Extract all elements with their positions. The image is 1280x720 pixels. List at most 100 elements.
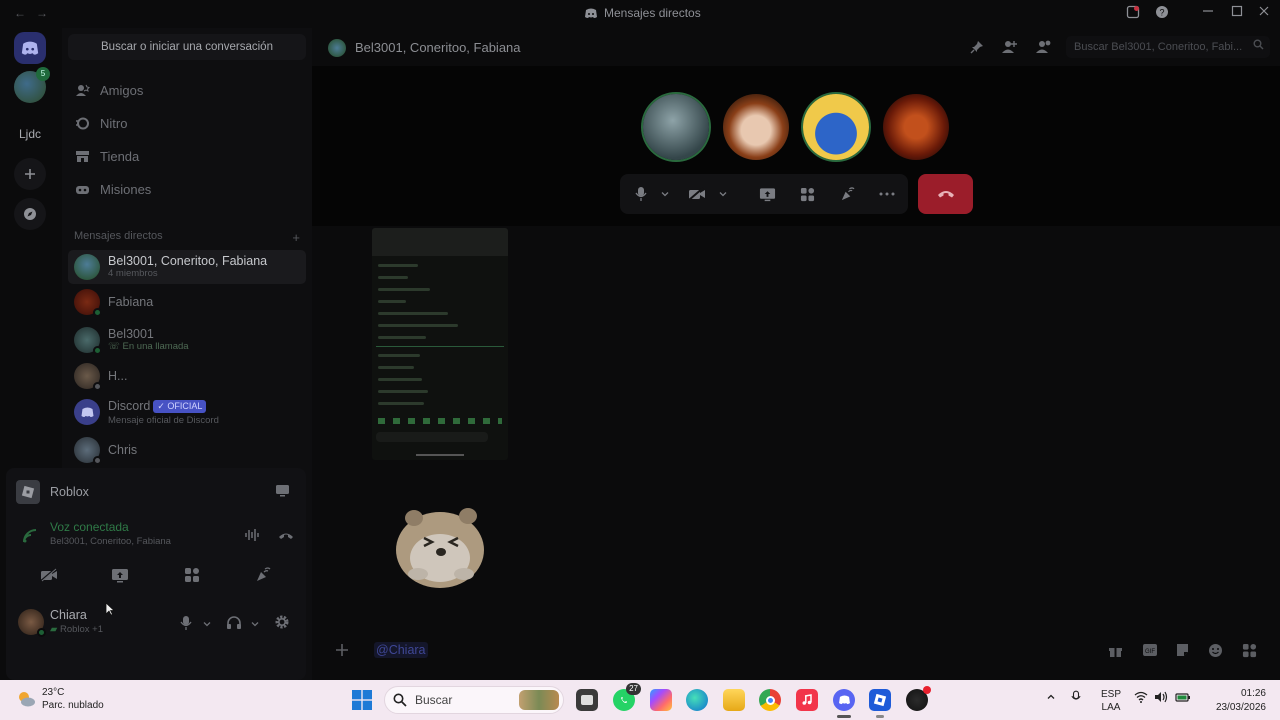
home-button[interactable]: [14, 32, 46, 64]
dm-section-header: Mensajes directos +: [74, 230, 300, 245]
hang-up-button[interactable]: [918, 174, 973, 214]
headphones-icon[interactable]: [226, 615, 242, 636]
inbox-icon[interactable]: [1126, 5, 1140, 22]
user-avatar[interactable]: [18, 609, 46, 637]
microphone-icon[interactable]: [632, 186, 650, 202]
composer-mention[interactable]: @Chiara: [374, 642, 428, 658]
activities-icon[interactable]: [798, 186, 816, 202]
voice-channel[interactable]: Bel3001, Coneritoo, Fabiana: [50, 536, 171, 547]
camera-off-button[interactable]: [34, 564, 64, 586]
taskbar-app-explorer[interactable]: [723, 689, 745, 711]
camera-chevron-icon[interactable]: [714, 186, 732, 202]
pin-icon[interactable]: [970, 40, 984, 59]
disconnect-icon[interactable]: [278, 529, 294, 547]
channel-search-input[interactable]: Buscar Bel3001, Coneritoo, Fabi...: [1066, 36, 1270, 58]
emoji-icon[interactable]: [1208, 643, 1223, 663]
tray-microphone-icon[interactable]: [1071, 690, 1081, 707]
dm-name: Bel3001, Coneritoo, Fabiana: [108, 254, 268, 269]
language-indicator[interactable]: ESP LAA: [1101, 688, 1121, 714]
battery-icon[interactable]: [1175, 691, 1191, 706]
taskbar-app-discord[interactable]: [833, 689, 855, 711]
svg-text:?: ?: [1159, 8, 1164, 18]
forward-icon[interactable]: →: [36, 6, 48, 20]
screen-share-icon[interactable]: [275, 484, 290, 500]
language-code: ESP: [1101, 689, 1122, 700]
taskbar-app-copilot[interactable]: [650, 689, 672, 711]
nav-tienda[interactable]: Tienda: [72, 141, 302, 171]
taskbar: 23°C Parc. nublado Buscar 27 ESP LAA 01:…: [0, 680, 1280, 720]
dm-item-group[interactable]: Bel3001, Coneritoo, Fabiana 4 miembros: [68, 250, 306, 284]
nav-amigos[interactable]: Amigos: [72, 75, 302, 105]
minimize-icon[interactable]: [1202, 5, 1214, 20]
participant-avatar[interactable]: [883, 94, 949, 160]
clock[interactable]: 01:26 23/03/2026: [1202, 687, 1266, 714]
dm-item-h[interactable]: H...: [68, 359, 306, 393]
dm-item-chris[interactable]: Chris: [68, 433, 306, 467]
noise-suppression-icon[interactable]: [244, 528, 260, 547]
create-dm-button[interactable]: +: [292, 230, 300, 245]
channel-header: Bel3001, Coneritoo, Fabiana Buscar Bel30…: [312, 28, 1280, 66]
apps-icon[interactable]: [1242, 643, 1257, 663]
dm-item-fabiana[interactable]: Fabiana: [68, 285, 306, 319]
mic-chevron-icon[interactable]: [656, 186, 674, 202]
image-input-bar: [376, 432, 488, 442]
nav-nitro[interactable]: Nitro: [72, 108, 302, 138]
close-icon[interactable]: [1258, 5, 1270, 20]
dm-search-input[interactable]: Buscar o iniciar una conversación: [68, 34, 306, 60]
server-avatar[interactable]: 5: [14, 67, 50, 103]
taskbar-app-obs[interactable]: [906, 686, 931, 711]
voice-status[interactable]: Voz conectada: [50, 520, 129, 534]
sticker-icon[interactable]: [1175, 643, 1190, 663]
taskbar-search[interactable]: Buscar: [384, 686, 564, 714]
compass-icon: [24, 208, 36, 220]
dm-sub-text: En una llamada: [122, 340, 189, 352]
taskbar-app-music[interactable]: [796, 689, 818, 711]
screen-share-button[interactable]: [105, 564, 135, 586]
taskbar-app-files[interactable]: [576, 689, 598, 711]
taskbar-app-roblox[interactable]: [869, 689, 891, 711]
message-composer[interactable]: @Chiara GIF: [312, 634, 1280, 674]
activities-button[interactable]: [177, 564, 207, 586]
server-ljdc[interactable]: Ljdc: [14, 118, 46, 150]
headphone-options-chevron-icon[interactable]: [250, 616, 260, 634]
add-friends-icon[interactable]: [1002, 39, 1018, 59]
add-server-button[interactable]: [14, 158, 46, 190]
windows-start-icon[interactable]: [352, 690, 372, 715]
nav-misiones[interactable]: Misiones: [72, 174, 302, 204]
soundboard-button[interactable]: [248, 564, 278, 586]
dm-name-row: Discord ✓ OFICIAL: [108, 397, 219, 415]
message-image-attachment[interactable]: [372, 228, 508, 460]
gift-icon[interactable]: [1108, 643, 1123, 663]
wifi-icon[interactable]: [1134, 691, 1148, 706]
mic-options-chevron-icon[interactable]: [202, 616, 212, 634]
participant-avatar[interactable]: [643, 94, 709, 160]
attach-plus-icon[interactable]: [334, 642, 350, 663]
taskbar-app-whatsapp[interactable]: 27: [613, 683, 641, 711]
gif-icon[interactable]: GIF: [1142, 643, 1158, 662]
user-name[interactable]: Chiara: [50, 608, 87, 622]
soundboard-icon[interactable]: [838, 186, 856, 202]
help-icon[interactable]: ?: [1155, 5, 1169, 22]
participant-avatar[interactable]: [803, 94, 869, 160]
camera-off-icon[interactable]: [688, 186, 706, 202]
weather-cloud-icon: [19, 692, 35, 707]
taskbar-app-chrome[interactable]: [759, 689, 781, 711]
hamster-sticker[interactable]: [388, 494, 492, 594]
microphone-icon[interactable]: [180, 615, 192, 636]
volume-icon[interactable]: [1154, 691, 1168, 706]
screen-share-icon[interactable]: [758, 186, 776, 202]
back-icon[interactable]: ←: [14, 6, 26, 20]
taskbar-search-label: Buscar: [415, 693, 453, 707]
dm-item-discord[interactable]: Discord ✓ OFICIAL Mensaje oficial de Disc…: [68, 395, 306, 429]
weather-widget[interactable]: 23°C Parc. nublado: [16, 686, 104, 712]
window-title-text: Mensajes directos: [604, 6, 701, 20]
dm-item-bel3001[interactable]: Bel3001 ☏ En una llamada: [68, 323, 306, 357]
taskbar-app-edge[interactable]: [686, 689, 708, 711]
maximize-icon[interactable]: [1231, 5, 1243, 20]
explore-button[interactable]: [14, 198, 46, 230]
member-list-icon[interactable]: [1036, 39, 1052, 59]
more-options-icon[interactable]: [878, 186, 896, 202]
participant-avatar[interactable]: [723, 94, 789, 160]
tray-chevron-up-icon[interactable]: [1046, 692, 1056, 705]
settings-gear-icon[interactable]: [274, 614, 290, 635]
